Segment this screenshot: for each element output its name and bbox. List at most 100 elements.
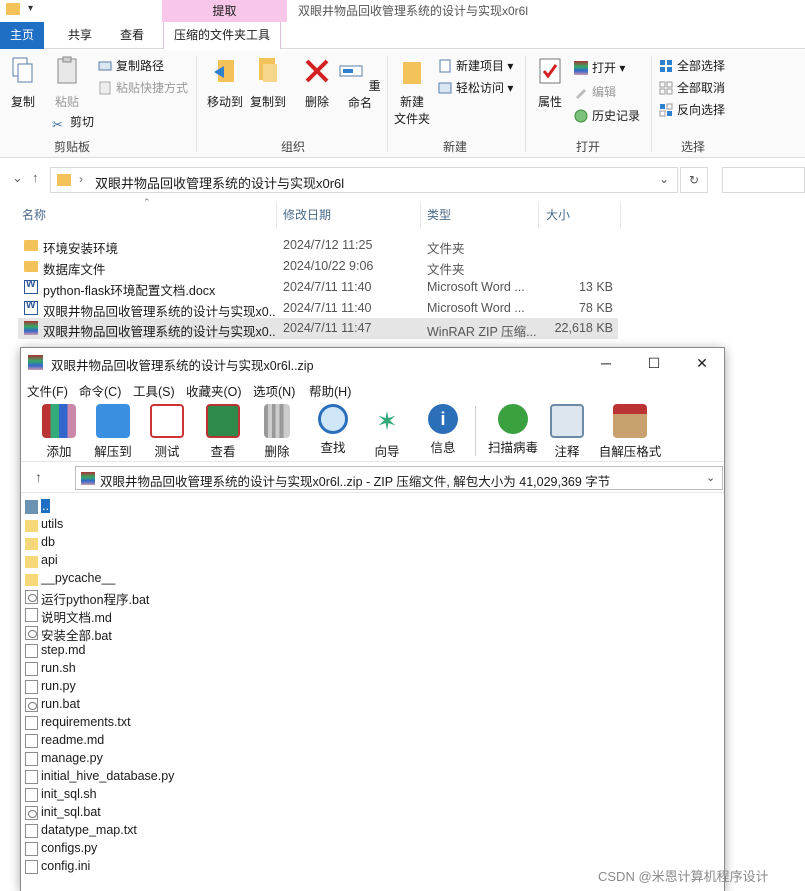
info-button[interactable]: i 信息 bbox=[415, 404, 471, 456]
column-header-date[interactable]: 修改日期 bbox=[283, 206, 331, 223]
file-row[interactable]: 数据库文件 2024/10/22 9:06 文件夹 bbox=[18, 256, 618, 277]
archive-item-name: api bbox=[41, 553, 58, 567]
file-icon bbox=[25, 788, 38, 802]
copy-button[interactable]: 复制 bbox=[6, 56, 40, 110]
file-size: 78 KB bbox=[578, 301, 613, 315]
file-size: 13 KB bbox=[578, 280, 613, 294]
address-dropdown-icon[interactable]: ⌄ bbox=[659, 172, 669, 186]
file-row[interactable]: 双眼井物品回收管理系统的设计与实现x0... 2024/7/11 11:40 M… bbox=[18, 298, 618, 319]
add-label: 添加 bbox=[46, 445, 72, 459]
archive-item-name: requirements.txt bbox=[41, 715, 131, 729]
menu-options[interactable]: 选项(N) bbox=[253, 381, 295, 400]
add-button[interactable]: 添加 bbox=[31, 404, 87, 460]
explorer-window-title: 双眼井物品回收管理系统的设计与实现x0r6l bbox=[298, 4, 529, 18]
archive-path-field[interactable]: 双眼井物品回收管理系统的设计与实现x0r6l..zip - ZIP 压缩文件, … bbox=[75, 466, 723, 490]
scan-virus-button[interactable]: 扫描病毒 bbox=[481, 404, 545, 456]
rename-button[interactable]: 重命名 bbox=[338, 56, 382, 111]
comment-button[interactable]: 注释 bbox=[539, 404, 595, 460]
paste-shortcut-label: 粘贴快捷方式 bbox=[116, 81, 189, 95]
column-header-name[interactable]: 名称 bbox=[22, 206, 46, 223]
file-date: 2024/10/22 9:06 bbox=[283, 259, 374, 273]
winrar-menu-bar: 文件(F) 命令(C) 工具(S) 收藏夹(O) 选项(N) 帮助(H) bbox=[21, 378, 724, 400]
file-name: python-flask环境配置文档.docx bbox=[43, 284, 216, 298]
column-divider[interactable] bbox=[276, 202, 277, 228]
file-icon bbox=[25, 608, 38, 622]
delete-button[interactable]: 删除 bbox=[300, 56, 334, 110]
scan-virus-label: 扫描病毒 bbox=[487, 441, 538, 455]
delete-archive-button[interactable]: 删除 bbox=[249, 404, 305, 460]
archive-item-name: db bbox=[41, 535, 55, 549]
file-row-selected[interactable]: 双眼井物品回收管理系统的设计与实现x0... 2024/7/11 11:47 W… bbox=[18, 318, 618, 339]
copy-path-icon bbox=[98, 61, 112, 71]
winrar-title-bar[interactable]: 双眼井物品回收管理系统的设计与实现x0r6l..zip ─ ☐ ✕ bbox=[21, 348, 724, 378]
archive-item-name: init_sql.bat bbox=[41, 805, 101, 819]
copy-to-label: 复制到 bbox=[249, 95, 286, 109]
column-divider[interactable] bbox=[538, 202, 539, 228]
paste-button[interactable]: 粘贴 bbox=[50, 56, 84, 110]
open-button[interactable]: 打开 ▾ bbox=[574, 58, 625, 78]
toolbar-divider bbox=[475, 406, 476, 456]
column-header-type[interactable]: 类型 bbox=[427, 206, 451, 223]
menu-commands[interactable]: 命令(C) bbox=[79, 381, 121, 400]
archive-item-name: initial_hive_database.py bbox=[41, 769, 175, 783]
properties-label: 属性 bbox=[537, 95, 562, 109]
tab-compressed-folder-tools[interactable]: 压缩的文件夹工具 bbox=[163, 22, 282, 49]
tab-view[interactable]: 查看 bbox=[110, 22, 154, 49]
path-dropdown-icon[interactable]: ⌄ bbox=[706, 471, 715, 484]
file-row[interactable]: 环境安装环境 2024/7/12 11:25 文件夹 bbox=[18, 235, 618, 256]
find-button[interactable]: 查找 bbox=[305, 404, 361, 456]
column-divider[interactable] bbox=[620, 202, 621, 228]
group-divider bbox=[196, 56, 197, 152]
test-button[interactable]: 测试 bbox=[139, 404, 195, 460]
quick-access-dropdown-icon[interactable]: ▾ bbox=[28, 3, 33, 14]
select-all-button[interactable]: 全部选择 bbox=[659, 56, 725, 76]
file-row[interactable]: python-flask环境配置文档.docx 2024/7/11 11:40 … bbox=[18, 277, 618, 298]
invert-selection-icon bbox=[659, 103, 673, 117]
up-arrow-icon[interactable]: ↑ bbox=[35, 469, 42, 485]
refresh-icon[interactable]: ↻ bbox=[680, 167, 708, 193]
column-header-size[interactable]: 大小 bbox=[546, 206, 570, 223]
sfx-button[interactable]: 自解压格式 bbox=[595, 404, 665, 460]
breadcrumb-chevron-icon: › bbox=[79, 172, 83, 186]
copy-path-button[interactable]: 复制路径 bbox=[98, 56, 164, 76]
maximize-icon[interactable]: ☐ bbox=[639, 352, 669, 374]
archive-item-name: 说明文档.md bbox=[41, 611, 112, 625]
context-tab-extract[interactable]: 提取 bbox=[162, 0, 287, 22]
up-arrow-icon[interactable]: ↑ bbox=[32, 170, 39, 185]
menu-tools[interactable]: 工具(S) bbox=[133, 381, 175, 400]
copy-to-button[interactable]: 复制到 bbox=[248, 56, 288, 110]
edit-button[interactable]: 编辑 bbox=[574, 82, 616, 102]
new-item-button[interactable]: 新建项目 ▾ bbox=[438, 56, 513, 76]
column-divider[interactable] bbox=[420, 202, 421, 228]
easy-access-button[interactable]: 轻松访问 ▾ bbox=[438, 78, 513, 98]
easy-access-icon bbox=[438, 82, 452, 94]
minimize-icon[interactable]: ─ bbox=[591, 352, 621, 374]
cut-button[interactable]: ✂ 剪切 bbox=[52, 112, 94, 132]
file-icon bbox=[25, 680, 38, 694]
new-folder-button[interactable]: 新建 文件夹 bbox=[392, 56, 432, 127]
folder-icon[interactable] bbox=[6, 3, 20, 15]
address-bar[interactable]: › 双眼井物品回收管理系统的设计与实现x0r6l ⌄ bbox=[50, 167, 678, 193]
select-none-button[interactable]: 全部取消 bbox=[659, 78, 725, 98]
extract-to-button[interactable]: 解压到 bbox=[85, 404, 141, 460]
sfx-box-icon bbox=[613, 404, 647, 438]
folder-icon bbox=[24, 261, 38, 272]
properties-button[interactable]: 属性 bbox=[532, 56, 568, 110]
menu-help[interactable]: 帮助(H) bbox=[309, 381, 351, 400]
view-button[interactable]: 查看 bbox=[195, 404, 251, 460]
history-button[interactable]: 历史记录 bbox=[574, 106, 640, 126]
invert-selection-button[interactable]: 反向选择 bbox=[659, 100, 725, 120]
tab-share[interactable]: 共享 bbox=[58, 22, 102, 49]
wizard-button[interactable]: ✶ 向导 bbox=[359, 404, 415, 460]
recent-locations-icon[interactable]: ⌄ bbox=[12, 170, 23, 186]
paste-shortcut-button[interactable]: 粘贴快捷方式 bbox=[98, 78, 188, 98]
menu-favorites[interactable]: 收藏夹(O) bbox=[186, 381, 242, 400]
close-icon[interactable]: ✕ bbox=[687, 352, 717, 374]
select-all-label: 全部选择 bbox=[677, 59, 726, 73]
tab-home[interactable]: 主页 bbox=[0, 22, 45, 49]
folder-icon bbox=[25, 538, 38, 550]
search-input[interactable] bbox=[722, 167, 805, 193]
menu-file[interactable]: 文件(F) bbox=[27, 381, 68, 400]
move-to-button[interactable]: 移动到 bbox=[205, 56, 245, 110]
invert-selection-label: 反向选择 bbox=[677, 103, 726, 117]
